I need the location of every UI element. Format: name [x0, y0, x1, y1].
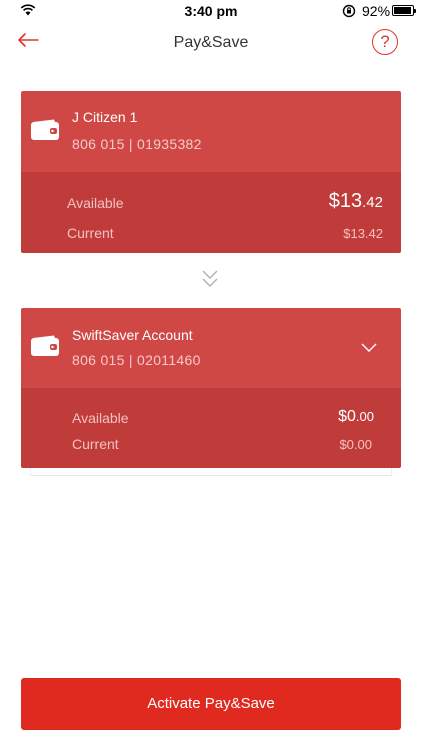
status-bar: 3:40 pm 92% — [0, 0, 422, 22]
current-balance: $0.00 — [339, 437, 372, 452]
available-dollars: $13 — [328, 190, 363, 212]
from-account-name: J Citizen 1 — [72, 109, 138, 125]
card-shadow — [30, 468, 392, 476]
from-account-header: J Citizen 1 806 015 | 01935382 — [21, 91, 401, 172]
wallet-icon — [31, 335, 59, 356]
available-cents: .42 — [362, 194, 383, 211]
to-account-name: SwiftSaver Account — [72, 327, 193, 343]
to-account-card[interactable]: SwiftSaver Account 806 015 | 02011460 Av… — [21, 308, 401, 468]
to-account-header: SwiftSaver Account 806 015 | 02011460 — [21, 308, 401, 388]
wallet-icon — [31, 119, 59, 140]
to-account-balances: Available $0.00 Current $0.00 — [21, 388, 401, 468]
activate-pay-save-button[interactable]: Activate Pay&Save — [21, 678, 401, 730]
screen: 3:40 pm 92% Pay&Save ? J Citizen 1 806 0… — [0, 0, 422, 750]
current-label: Current — [72, 436, 119, 452]
current-balance: $13.42 — [343, 226, 383, 241]
to-account-number: 806 015 | 02011460 — [72, 352, 201, 368]
current-label: Current — [67, 225, 114, 241]
page-title: Pay&Save — [173, 34, 249, 51]
available-balance: $13.42 — [329, 190, 383, 213]
battery-percent: 92% — [362, 3, 391, 19]
double-chevron-down-icon — [202, 270, 218, 287]
available-balance: $0.00 — [338, 408, 374, 426]
from-account-number: 806 015 | 01935382 — [72, 136, 202, 152]
rotation-lock-icon — [342, 4, 356, 18]
available-dollars: $0 — [338, 408, 356, 425]
available-cents: .00 — [355, 409, 374, 424]
available-label: Available — [72, 410, 129, 426]
from-account-balances: Available $13.42 Current $13.42 — [21, 172, 401, 253]
available-label: Available — [67, 195, 124, 211]
from-account-card[interactable]: J Citizen 1 806 015 | 01935382 Available… — [21, 91, 401, 253]
battery-icon — [392, 5, 416, 16]
nav-bar: Pay&Save ? — [0, 22, 422, 68]
help-button[interactable]: ? — [372, 29, 398, 55]
status-time: 3:40 pm — [184, 3, 238, 19]
chevron-down-icon[interactable] — [360, 341, 378, 353]
